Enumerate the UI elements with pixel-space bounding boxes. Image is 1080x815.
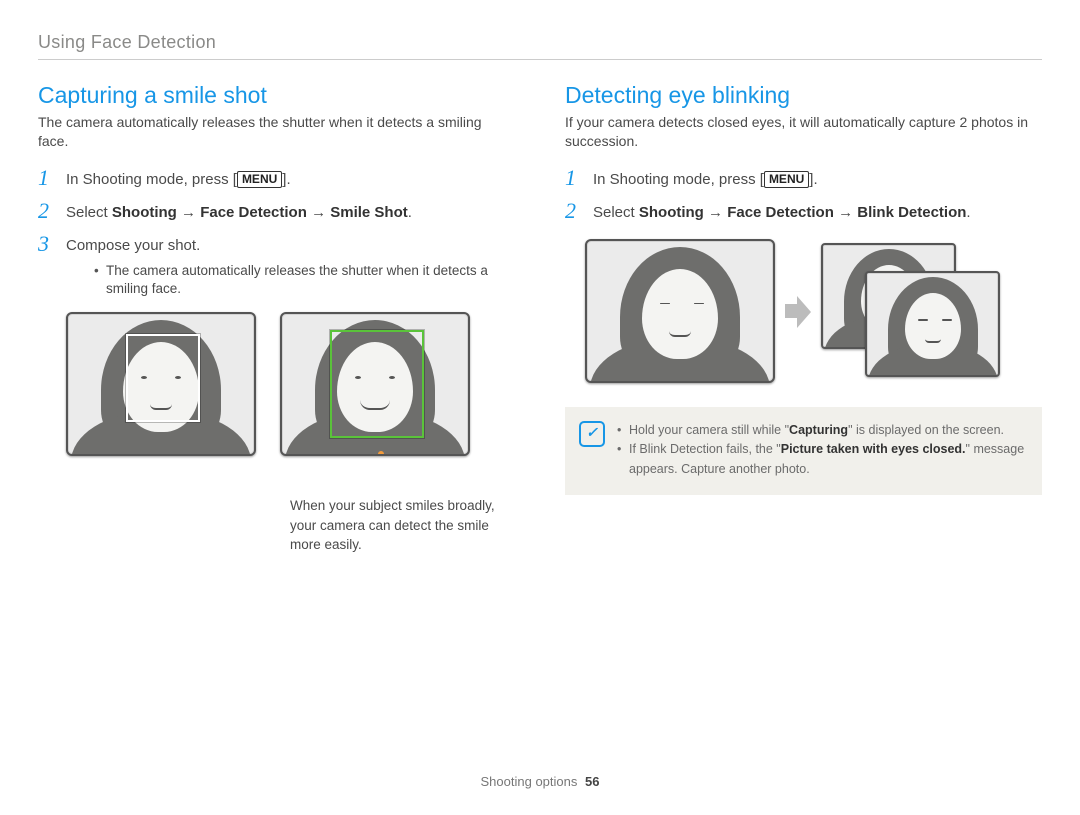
arrow-icon: → [311,204,330,221]
menu-icon: MENU [764,171,809,189]
step-text: Select [66,204,112,221]
smile-illustration-row [66,312,515,456]
blink-result-stack [821,243,996,378]
note-list: Hold your camera still while "Capturing"… [617,421,1026,479]
left-step-3: 3 Compose your shot. The camera automati… [38,233,515,298]
person-illustration [587,241,773,381]
left-step-1: 1 In Shooting mode, press [MENU]. [38,167,515,190]
note-text: If Blink Detection fails, the " [629,442,781,456]
step-bold: Face Detection [200,204,307,221]
right-section-title: Detecting eye blinking [565,82,1042,109]
right-step-1: 1 In Shooting mode, press [MENU]. [565,167,1042,190]
note-text: Hold your camera still while " [629,423,789,437]
note-item-1: Hold your camera still while "Capturing"… [617,421,1026,440]
step-body: Select Shooting → Face Detection → Smile… [66,200,515,223]
left-section-intro: The camera automatically releases the sh… [38,113,515,151]
arrow-icon: → [708,204,727,221]
step-text: . [408,204,412,221]
arrow-right-icon [785,294,811,328]
step-number: 2 [565,200,583,222]
step-number: 1 [38,167,56,189]
note-bold: Picture taken with eyes closed. [781,442,966,456]
arrow-icon: → [838,204,857,221]
face-detect-box-white [126,334,200,422]
note-bold: Capturing [789,423,848,437]
step-number: 2 [38,200,56,222]
page-header: Using Face Detection [38,32,1042,60]
arrow-icon: → [181,204,200,221]
step-bold: Blink Detection [857,204,966,221]
step-sublist: The camera automatically releases the sh… [94,262,515,298]
face-detect-box-green [330,330,424,438]
step-text: In Shooting mode, press [ [66,171,237,188]
footer-section: Shooting options [481,774,578,789]
smile-frame-smiling [280,312,470,456]
blink-frame-closed-eyes [585,239,775,383]
left-steps: 1 In Shooting mode, press [MENU]. 2 Sele… [38,167,515,298]
person-illustration [867,273,998,375]
step-body: In Shooting mode, press [MENU]. [593,167,1042,190]
blink-result-frame-2 [865,271,1000,377]
step-text: ]. [282,171,290,188]
step-number: 3 [38,233,56,255]
content-columns: Capturing a smile shot The camera automa… [38,82,1042,555]
step-body: In Shooting mode, press [MENU]. [66,167,515,190]
right-column: Detecting eye blinking If your camera de… [565,82,1042,555]
step-bold: Shooting [639,204,704,221]
step-text: Compose your shot. [66,237,200,254]
left-column: Capturing a smile shot The camera automa… [38,82,515,555]
step-bullet: The camera automatically releases the sh… [94,262,515,298]
step-text: Select [593,204,639,221]
step-bold: Smile Shot [330,204,408,221]
left-section-title: Capturing a smile shot [38,82,515,109]
right-step-2: 2 Select Shooting → Face Detection → Bli… [565,200,1042,223]
menu-icon: MENU [237,171,282,189]
step-number: 1 [565,167,583,189]
left-step-2: 2 Select Shooting → Face Detection → Smi… [38,200,515,223]
step-text: In Shooting mode, press [ [593,171,764,188]
footer-page-number: 56 [585,774,599,789]
blink-illustration-row [585,239,1042,383]
smile-caption: When your subject smiles broadly, your c… [290,496,510,555]
right-steps: 1 In Shooting mode, press [MENU]. 2 Sele… [565,167,1042,223]
step-body: Compose your shot. The camera automatica… [66,233,515,298]
right-section-intro: If your camera detects closed eyes, it w… [565,113,1042,151]
note-item-2: If Blink Detection fails, the "Picture t… [617,440,1026,479]
step-text: ]. [809,171,817,188]
smile-frame-neutral [66,312,256,456]
note-icon: ✓ [579,421,605,447]
step-body: Select Shooting → Face Detection → Blink… [593,200,1042,223]
step-bold: Shooting [112,204,177,221]
note-text: " is displayed on the screen. [848,423,1004,437]
step-text: . [966,204,970,221]
note-box: ✓ Hold your camera still while "Capturin… [565,407,1042,495]
page-footer: Shooting options 56 [0,774,1080,789]
step-bold: Face Detection [727,204,834,221]
callout-line-icon [381,454,383,456]
